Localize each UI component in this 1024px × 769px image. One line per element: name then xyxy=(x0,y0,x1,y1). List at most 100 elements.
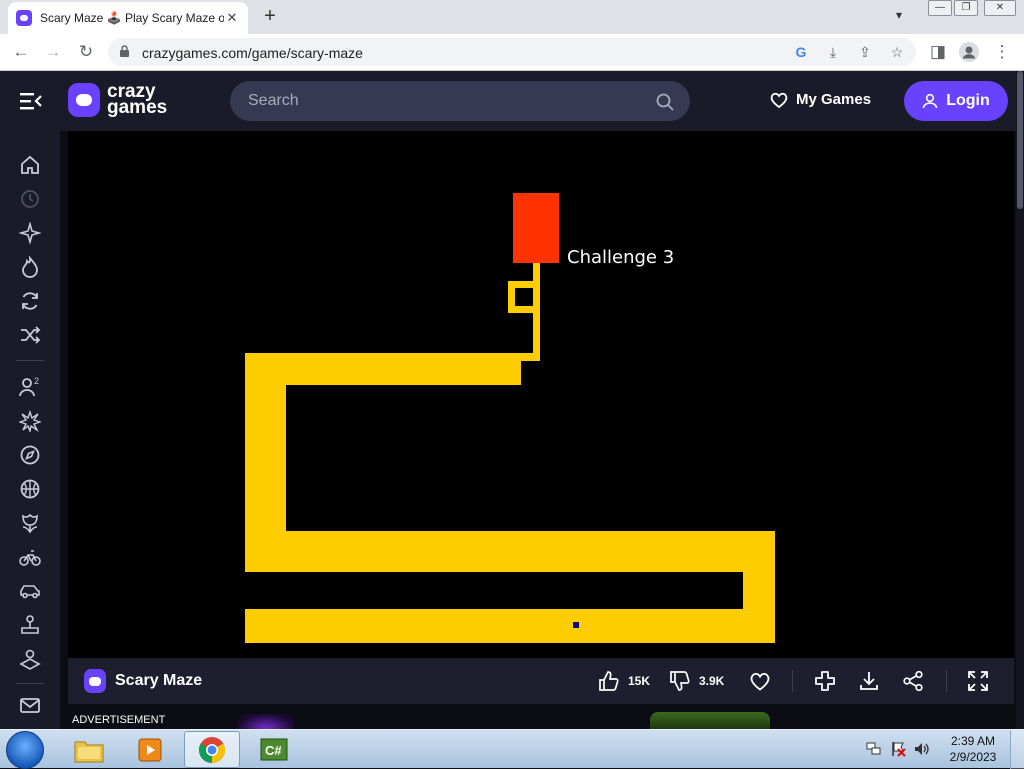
my-games-button[interactable]: My Games xyxy=(770,91,871,108)
new-icon[interactable] xyxy=(19,222,41,244)
network-tray-icon[interactable] xyxy=(866,741,882,757)
search-bar[interactable]: Search xyxy=(230,81,690,121)
game-canvas[interactable]: Challenge 3 xyxy=(68,131,1014,658)
download-button[interactable] xyxy=(858,669,888,693)
toolbar-divider xyxy=(792,670,793,692)
url-text: crazygames.com/game/scary-maze xyxy=(142,45,363,61)
report-bug-button[interactable] xyxy=(814,669,844,693)
minimize-window-button[interactable]: — xyxy=(928,0,952,16)
bookmark-star-icon[interactable]: ☆ xyxy=(888,43,906,61)
profile-avatar-icon[interactable] xyxy=(958,42,980,64)
browser-menu-kebab-icon[interactable]: ⋮ xyxy=(991,42,1013,64)
challenge-label: Challenge 3 xyxy=(567,247,675,268)
volume-tray-icon[interactable] xyxy=(914,741,930,757)
forward-arrow-icon[interactable]: → xyxy=(42,42,64,64)
restore-window-button[interactable]: ❐ xyxy=(954,0,978,16)
category-sidebar: 2 xyxy=(0,131,60,729)
windows-start-button[interactable] xyxy=(6,731,44,769)
car-icon[interactable] xyxy=(19,580,41,602)
taskbar-media-player[interactable] xyxy=(122,731,178,768)
game-toolbar: Scary Maze 15K 3.9K xyxy=(68,658,1014,704)
ad-thumbnail[interactable] xyxy=(238,714,294,729)
side-panel-icon[interactable]: ◨ xyxy=(927,42,949,64)
download-icon xyxy=(860,672,878,690)
updated-icon[interactable] xyxy=(19,290,41,312)
heart-icon xyxy=(750,672,770,691)
crazygames-logo-mark-icon xyxy=(84,669,106,693)
system-clock[interactable]: 2:39 AM 2/9/2023 xyxy=(946,733,1000,765)
advertisement-label: ADVERTISEMENT xyxy=(72,714,166,726)
home-icon[interactable] xyxy=(19,154,41,176)
dislike-button[interactable]: 3.9K xyxy=(669,669,724,693)
scrollbar-thumb[interactable] xyxy=(1017,71,1023,209)
reload-icon[interactable]: ↻ xyxy=(75,42,97,64)
svg-text:C#: C# xyxy=(265,743,282,758)
svg-text:2: 2 xyxy=(34,376,39,386)
share-icon[interactable]: ⇪ xyxy=(856,43,874,61)
lock-icon[interactable] xyxy=(120,45,129,57)
basketball-icon[interactable] xyxy=(19,478,41,500)
adventure-icon[interactable] xyxy=(19,444,41,466)
dislike-count: 3.9K xyxy=(699,674,725,688)
maze-path xyxy=(245,609,775,643)
multiplayer-icon[interactable]: 2 xyxy=(19,376,41,398)
browser-toolbar: ← → ↻ crazygames.com/game/scary-maze G ⤓… xyxy=(0,34,1024,71)
favorite-button[interactable] xyxy=(749,669,779,693)
tab-title: Scary Maze 🕹️ Play Scary Maze on CrazyGa… xyxy=(40,11,224,25)
share-button[interactable] xyxy=(902,669,932,693)
crazygames-logo-mark-icon xyxy=(68,83,100,117)
ad-thumbnail[interactable] xyxy=(650,712,770,729)
action-icon[interactable] xyxy=(19,410,41,432)
toolbar-divider xyxy=(946,670,947,692)
taskbar-csharp-app[interactable]: C# xyxy=(246,731,302,768)
fullscreen-button[interactable] xyxy=(967,669,997,693)
browser-tab[interactable]: Scary Maze 🕹️ Play Scary Maze on CrazyGa… xyxy=(8,2,248,34)
flower-icon[interactable] xyxy=(19,512,41,534)
sidebar-divider xyxy=(16,683,44,684)
search-icon[interactable] xyxy=(656,93,674,111)
trending-icon[interactable] xyxy=(19,256,41,278)
bike-icon[interactable] xyxy=(19,546,41,568)
login-label: Login xyxy=(946,92,990,109)
install-app-icon[interactable]: ⤓ xyxy=(824,43,842,61)
crazygames-favicon-icon xyxy=(16,10,32,26)
like-count: 15K xyxy=(628,674,651,688)
maze-path xyxy=(508,281,540,288)
browser-tab-strip: Scary Maze 🕹️ Play Scary Maze on CrazyGa… xyxy=(0,0,1024,34)
show-desktop-button[interactable] xyxy=(1010,730,1024,769)
close-window-button[interactable]: ✕ xyxy=(984,0,1016,16)
advertisement-area: ADVERTISEMENT xyxy=(60,704,1016,729)
joystick-icon[interactable] xyxy=(19,614,41,636)
arcade-icon[interactable] xyxy=(19,648,41,670)
recent-icon[interactable] xyxy=(19,188,41,210)
tab-search-chevron-icon[interactable]: ▾ xyxy=(896,8,902,22)
windows-taskbar: C# 2:39 AM 2/9/2023 xyxy=(0,729,1024,769)
maze-goal xyxy=(513,193,559,263)
maze-path xyxy=(245,531,775,572)
taskbar-file-explorer[interactable] xyxy=(61,731,117,768)
collapse-menu-icon[interactable] xyxy=(20,91,42,111)
mail-icon[interactable] xyxy=(19,694,41,716)
tab-close-icon[interactable]: ✕ xyxy=(224,10,240,26)
address-bar[interactable]: crazygames.com/game/scary-maze G ⤓ ⇪ ☆ xyxy=(108,38,916,66)
google-lens-icon[interactable]: G xyxy=(792,43,810,61)
new-tab-button[interactable]: + xyxy=(258,5,282,29)
site-header: crazy games Search My Games Login xyxy=(0,71,1016,131)
login-button[interactable]: Login xyxy=(904,81,1008,121)
maze-path xyxy=(245,353,521,385)
clock-time: 2:39 AM xyxy=(950,734,996,748)
random-icon[interactable] xyxy=(19,324,41,346)
logo-word-games: games xyxy=(107,97,168,118)
page-scrollbar[interactable] xyxy=(1016,71,1024,729)
taskbar-chrome[interactable] xyxy=(184,731,240,768)
thumbs-up-icon xyxy=(599,671,619,691)
back-arrow-icon[interactable]: ← xyxy=(10,42,32,64)
user-icon xyxy=(922,93,938,109)
like-button[interactable]: 15K xyxy=(598,669,650,693)
my-games-label: My Games xyxy=(796,91,872,108)
fullscreen-icon xyxy=(968,671,988,691)
search-input[interactable]: Search xyxy=(248,92,299,110)
folder-icon xyxy=(74,741,104,762)
action-center-flag-icon[interactable] xyxy=(890,741,906,757)
crazygames-logo[interactable]: crazy games xyxy=(68,82,168,118)
